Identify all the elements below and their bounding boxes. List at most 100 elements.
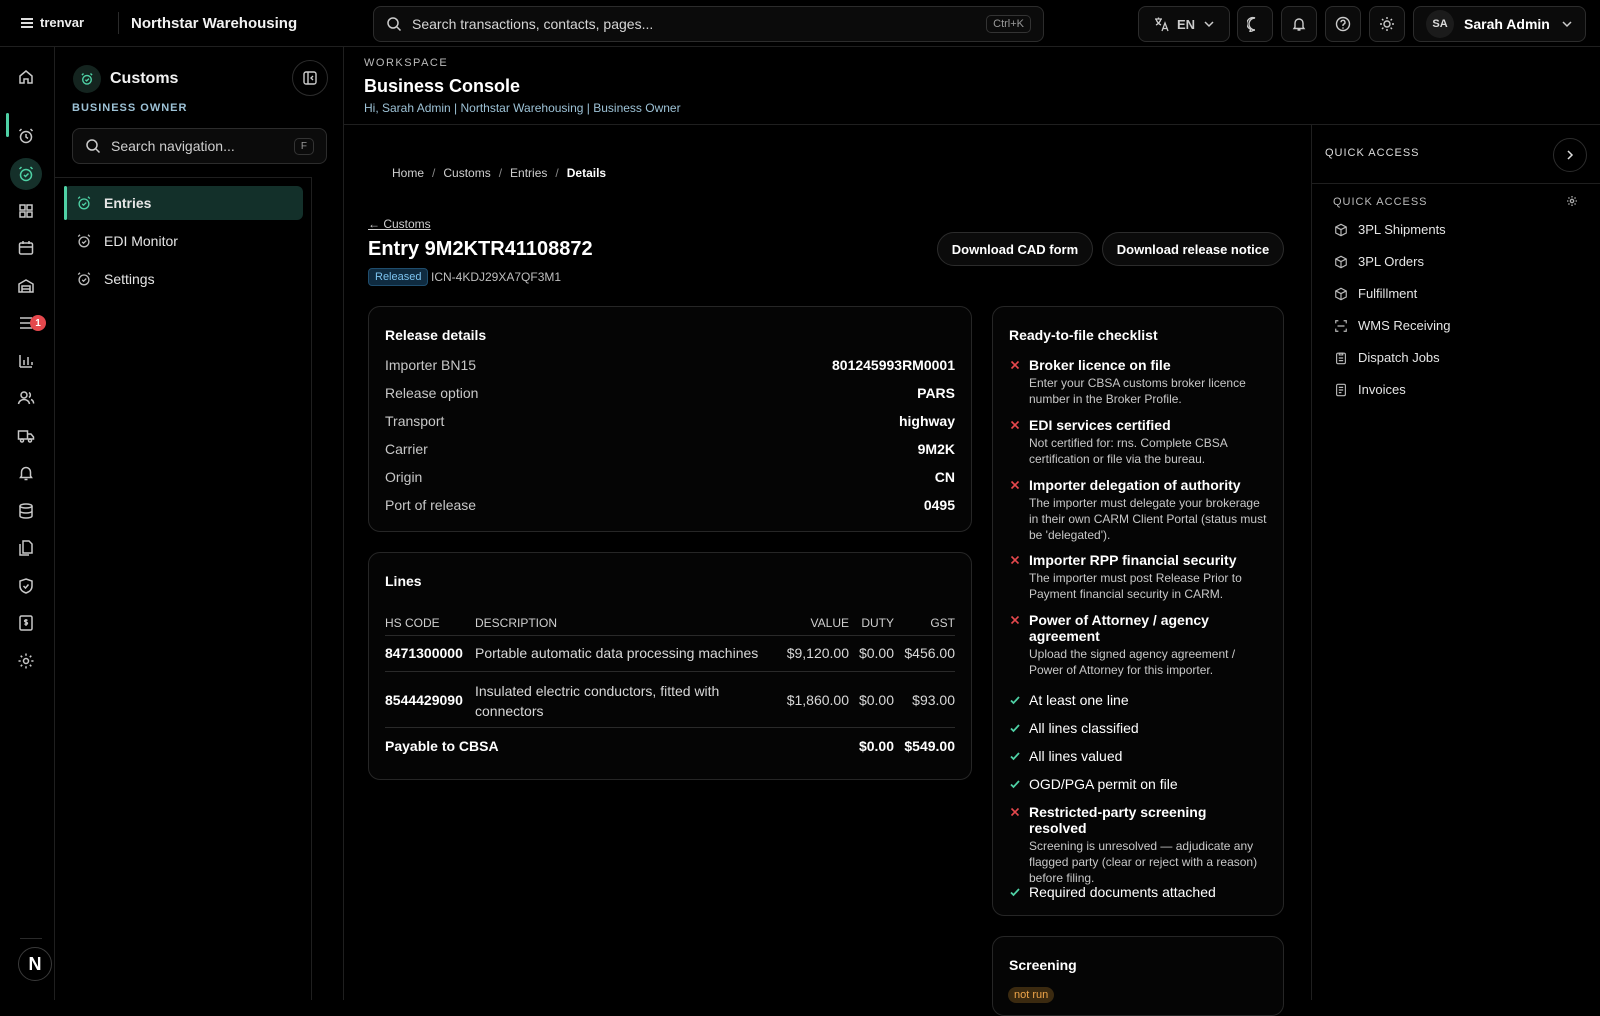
line-hs-code: 8544429090 xyxy=(385,692,463,708)
top-bar: trenvar Northstar Warehousing Search tra… xyxy=(0,0,1600,47)
quick-access-item[interactable]: WMS Receiving xyxy=(1334,318,1450,333)
screening-status-badge: not run xyxy=(1008,987,1055,1003)
back-link[interactable]: ← Customs xyxy=(368,217,431,231)
grid-icon xyxy=(19,204,33,218)
calendar-icon xyxy=(18,241,34,255)
box-icon xyxy=(1335,287,1347,300)
quick-access-item[interactable]: Invoices xyxy=(1334,382,1406,397)
truck-icon xyxy=(17,430,35,443)
search-shortcut: Ctrl+K xyxy=(986,15,1031,33)
language-select[interactable]: EN xyxy=(1138,6,1230,42)
scan-icon xyxy=(1335,319,1347,332)
divider xyxy=(311,177,312,1000)
breadcrumb-customs[interactable]: Customs xyxy=(443,166,490,180)
bell-icon xyxy=(1292,18,1306,31)
rail-contacts[interactable] xyxy=(10,382,42,414)
rail-billing[interactable] xyxy=(10,607,42,639)
quick-access-label: 3PL Orders xyxy=(1358,254,1424,269)
bar-chart-icon xyxy=(19,355,33,368)
rail-calendar[interactable] xyxy=(10,232,42,264)
line-description: Portable automatic data processing machi… xyxy=(475,645,759,661)
rail-active-marker xyxy=(6,113,9,137)
checklist-item-detail: The importer must post Release Prior to … xyxy=(1029,571,1242,601)
download-cad-form-button[interactable]: Download CAD form xyxy=(937,232,1093,266)
users-icon xyxy=(17,391,35,405)
line-value: $9,120.00 xyxy=(786,645,849,661)
column-header-duty: DUTY xyxy=(861,616,894,630)
rail-alerts[interactable] xyxy=(10,457,42,489)
total-gst: $549.00 xyxy=(904,738,955,754)
logo-text: trenvar xyxy=(40,15,85,30)
box-icon xyxy=(1335,255,1347,268)
global-search-input[interactable]: Search transactions, contacts, pages... … xyxy=(373,6,1044,42)
sidebar-item-settings[interactable]: Settings xyxy=(64,262,303,296)
download-release-notice-button[interactable]: Download release notice xyxy=(1102,232,1284,266)
sidebar-item-label: Settings xyxy=(104,271,155,287)
quick-access-item[interactable]: 3PL Orders xyxy=(1334,254,1424,269)
rail-home[interactable] xyxy=(10,61,42,93)
breadcrumb-separator: / xyxy=(498,166,503,180)
rail-reports[interactable] xyxy=(10,345,42,377)
rail-alarm[interactable] xyxy=(10,120,42,152)
check-icon xyxy=(1009,776,1021,792)
notifications-button[interactable] xyxy=(1281,6,1317,42)
n-icon: N xyxy=(28,953,42,974)
total-label: Payable to CBSA xyxy=(385,738,499,754)
detail-label: Importer BN15 xyxy=(385,357,477,373)
quick-access-item[interactable]: 3PL Shipments xyxy=(1334,222,1446,237)
next-devtools-button[interactable]: N xyxy=(18,947,52,981)
checklist-item-label: OGD/PGA permit on file xyxy=(1029,776,1178,792)
receipt-icon xyxy=(1336,383,1346,396)
rail-customs[interactable] xyxy=(10,158,42,190)
rail-documents[interactable] xyxy=(10,532,42,564)
sidebar-item-edi-monitor[interactable]: EDI Monitor xyxy=(64,224,303,258)
avatar: SA xyxy=(1426,10,1454,38)
org-name: Northstar Warehousing xyxy=(131,15,298,32)
checklist-item: Importer RPP financial security The impor… xyxy=(1009,552,1267,602)
checklist-item: Importer delegation of authority The impo… xyxy=(1009,477,1267,543)
checklist-item: All lines valued xyxy=(1009,748,1267,764)
checklist-item-label: All lines valued xyxy=(1029,748,1123,764)
page-title: Business Console xyxy=(364,76,521,96)
quick-access-item[interactable]: Dispatch Jobs xyxy=(1334,350,1440,365)
rail-compliance[interactable] xyxy=(10,570,42,602)
x-icon xyxy=(1009,612,1021,678)
collapse-sidebar-button[interactable] xyxy=(292,60,328,96)
customs-section-icon xyxy=(73,65,101,93)
notification-badge: 1 xyxy=(30,315,46,331)
rail-dashboard[interactable] xyxy=(10,195,42,227)
check-icon xyxy=(1009,748,1021,764)
column-header-hs-code: HS CODE xyxy=(385,616,440,630)
quick-access-settings-button[interactable] xyxy=(1566,195,1578,207)
column-header-gst: GST xyxy=(930,616,955,630)
breadcrumb-home[interactable]: Home xyxy=(392,166,424,180)
checklist-item: Broker licence on file Enter your CBSA cu… xyxy=(1009,357,1267,407)
sidebar-title: Customs xyxy=(110,70,179,87)
quick-access-header: QUICK ACCESS xyxy=(1325,147,1420,159)
messages-button[interactable] xyxy=(1237,6,1273,42)
workspace-eyebrow: WORKSPACE xyxy=(364,57,449,69)
table-divider xyxy=(385,727,955,728)
user-menu[interactable]: SA Sarah Admin xyxy=(1413,6,1586,42)
detail-label: Carrier xyxy=(385,441,428,457)
rail-warehouse[interactable] xyxy=(10,270,42,302)
navigation-search-input[interactable]: Search navigation... F xyxy=(72,128,327,164)
x-icon xyxy=(1009,477,1021,543)
quick-access-item[interactable]: Fulfillment xyxy=(1334,286,1417,301)
card-title: Lines xyxy=(385,573,422,589)
checklist-item-label: EDI services certified xyxy=(1029,417,1171,433)
rail-database[interactable] xyxy=(10,495,42,527)
sidebar-item-entries[interactable]: Entries xyxy=(64,186,303,220)
brand-logo[interactable]: trenvar xyxy=(20,15,84,30)
rail-shipping[interactable] xyxy=(10,420,42,452)
breadcrumb-entries[interactable]: Entries xyxy=(510,166,547,180)
checklist-item-detail: The importer must delegate your brokerag… xyxy=(1029,496,1267,542)
line-value: $1,860.00 xyxy=(786,692,849,708)
theme-toggle[interactable] xyxy=(1369,6,1405,42)
sidebar-role: BUSINESS OWNER xyxy=(72,102,188,114)
help-button[interactable] xyxy=(1325,6,1361,42)
detail-row: Origin CN xyxy=(385,469,955,485)
line-gst: $456.00 xyxy=(904,645,955,661)
collapse-panel-button[interactable] xyxy=(1553,138,1587,172)
rail-settings[interactable] xyxy=(10,645,42,677)
